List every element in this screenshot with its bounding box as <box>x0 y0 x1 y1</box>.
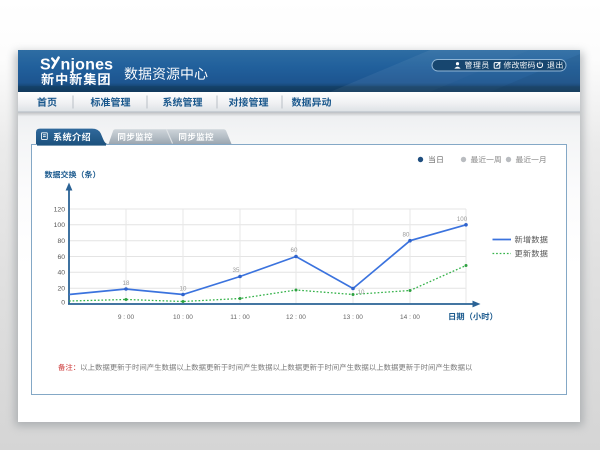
svg-text:40: 40 <box>57 270 65 277</box>
svg-text:18: 18 <box>123 280 130 287</box>
svg-text:20: 20 <box>57 286 65 293</box>
svg-text:60: 60 <box>291 247 298 254</box>
svg-text:9 : 00: 9 : 00 <box>118 314 135 321</box>
svg-text:120: 120 <box>54 206 66 213</box>
svg-text:80: 80 <box>403 232 410 239</box>
svg-text:35: 35 <box>233 267 240 274</box>
svg-text:0: 0 <box>61 299 65 306</box>
svg-text:10: 10 <box>358 289 365 296</box>
svg-text:14 : 00: 14 : 00 <box>400 314 420 321</box>
svg-text:13 : 00: 13 : 00 <box>343 314 363 321</box>
svg-text:100: 100 <box>54 222 66 229</box>
svg-text:10: 10 <box>180 286 187 293</box>
svg-text:S: S <box>40 56 51 73</box>
svg-text:80: 80 <box>57 238 65 245</box>
svg-text:11 : 00: 11 : 00 <box>230 314 250 321</box>
svg-text:10 : 00: 10 : 00 <box>173 314 193 321</box>
svg-text:12 : 00: 12 : 00 <box>286 314 306 321</box>
svg-text:njones: njones <box>61 56 114 73</box>
svg-text:100: 100 <box>457 216 468 223</box>
svg-text:60: 60 <box>57 254 65 261</box>
